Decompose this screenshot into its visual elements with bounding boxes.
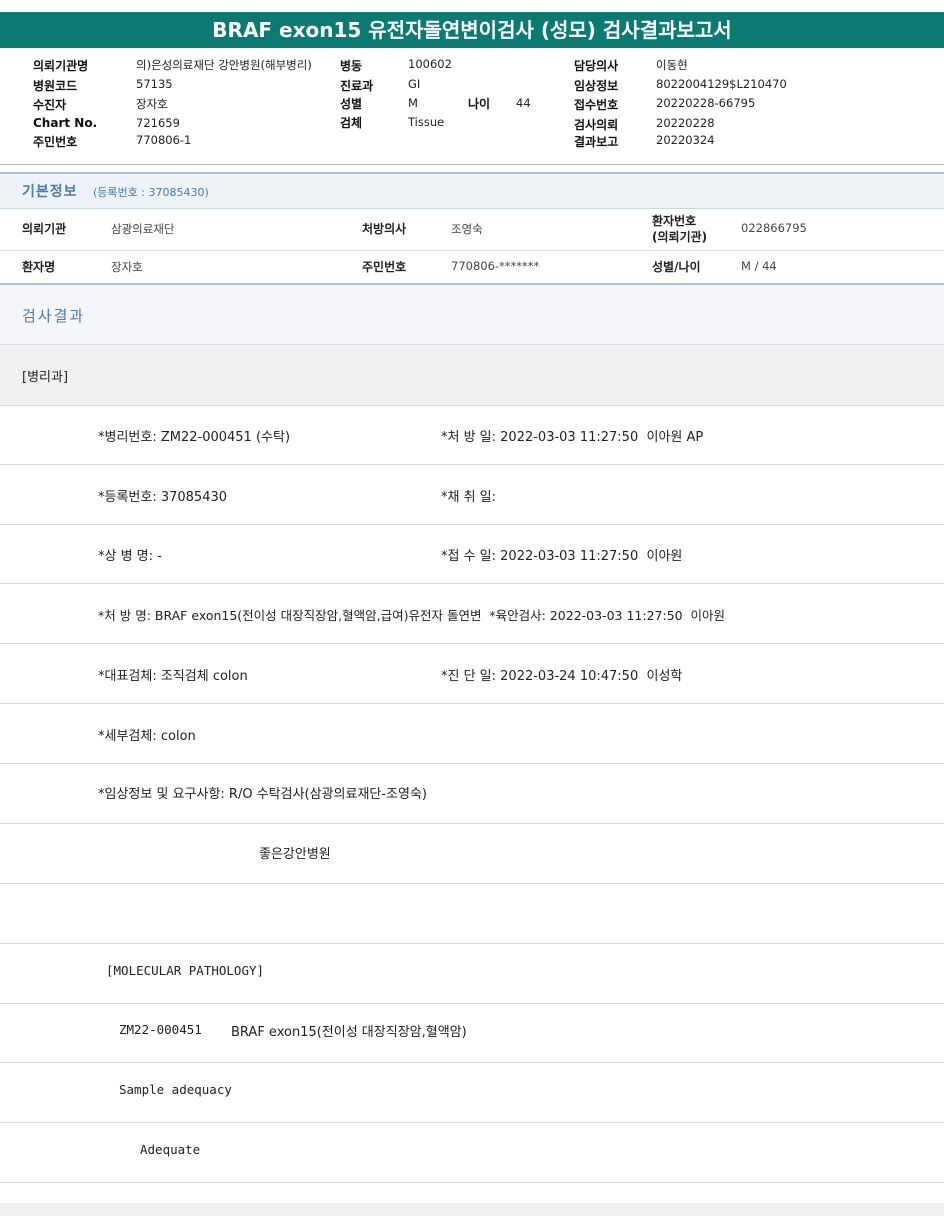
report-header: 의뢰기관명 의)은성의료재단 강안병원(해부병리) 병원코드 57135 수진자… xyxy=(0,50,944,164)
result-row: ZM22-000451 BRAF exon15(전이성 대장직장암,혈액암) xyxy=(0,1003,944,1063)
line-left: *처 방 명: BRAF exon15(전이성 대장직장암,혈액암,급여)유전자… xyxy=(98,608,726,623)
recv-label: 수진자 xyxy=(33,98,67,112)
req-label: 검사의뢰 xyxy=(574,118,619,132)
dept-row: [병리과] xyxy=(0,344,944,406)
line-left: *상 병 명: - xyxy=(98,549,162,564)
sex-value: M xyxy=(408,96,418,110)
bi-rrn-value: 770806-******* xyxy=(451,259,540,273)
clinic-value: 8022004129$L210470 xyxy=(656,77,787,91)
line-right: *채 취 일: xyxy=(441,490,497,505)
chart-label: Chart No. xyxy=(33,116,98,130)
line-left: *임상정보 및 요구사항: R/O 수탁검사(삼광의료재단-조영숙) xyxy=(98,787,428,802)
rrn-value: 770806-1 xyxy=(136,133,192,147)
recv-value: 장자호 xyxy=(136,97,168,111)
rrn-label: 주민번호 xyxy=(33,135,78,149)
page-footer xyxy=(0,1203,944,1216)
results-title: 검사결과 xyxy=(22,307,86,325)
line-right: *처 방 일: 2022-03-03 11:27:50 이아원 AP xyxy=(441,430,704,445)
line-left: *대표검체: 조직검체 colon xyxy=(98,669,248,684)
mol-no: ZM22-000451 xyxy=(119,1022,202,1037)
code-value: 57135 xyxy=(136,77,173,91)
result-row: Sample adequacy xyxy=(0,1063,944,1123)
mol-title: [MOLECULAR PATHOLOGY] xyxy=(106,963,265,978)
basic-info-title: 기본정보 xyxy=(22,184,78,200)
ward-value: 100602 xyxy=(408,57,452,71)
report-title: BRAF exon15 유전자돌연변이검사 (성모) 검사결과보고서 xyxy=(0,12,944,48)
line-left: *세부검체: colon xyxy=(98,729,196,744)
result-row: *대표검체: 조직검체 colon *진 단 일: 2022-03-24 10:… xyxy=(0,644,944,704)
dept-label-text: [병리과] xyxy=(22,370,69,385)
inst-label: 의뢰기관명 xyxy=(33,59,89,73)
bi-sexage-label: 성별/나이 xyxy=(652,260,701,274)
result-row: *상 병 명: - *접 수 일: 2022-03-03 11:27:50 이아… xyxy=(0,524,944,584)
report-label: 결과보고 xyxy=(574,135,619,149)
result-row: Adequate xyxy=(0,1123,944,1183)
sex-label: 성별 xyxy=(340,97,363,111)
mol-test: BRAF exon15(전이성 대장직장암,혈액암) xyxy=(231,1025,467,1040)
req-value: 20220228 xyxy=(656,116,715,130)
inst-value: 의)은성의료재단 강안병원(해부병리) xyxy=(136,58,312,72)
line-right: *진 단 일: 2022-03-24 10:47:50 이성학 xyxy=(441,669,683,684)
bi-pno-label-1: 환자번호 xyxy=(652,214,697,228)
line-right: *접 수 일: 2022-03-03 11:27:50 이아원 xyxy=(441,549,683,564)
result-row: *처 방 명: BRAF exon15(전이성 대장직장암,혈액암,급여)유전자… xyxy=(0,584,944,644)
result-row: *병리번호: ZM22-000451 (수탁) *처 방 일: 2022-03-… xyxy=(0,405,944,465)
clinic-label: 임상정보 xyxy=(574,79,619,93)
receipt-label: 접수번호 xyxy=(574,98,619,112)
bi-inst-label: 의뢰기관 xyxy=(22,222,67,236)
hospital-name: 좋은강안병원 xyxy=(259,847,331,862)
basic-row-1: 의뢰기관 삼광의료재단 처방의사 조영숙 환자번호 (의뢰기관) 0228667… xyxy=(0,208,944,251)
header-divider xyxy=(0,164,944,165)
bi-pno-label-2: (의뢰기관) xyxy=(652,230,708,244)
blank-row xyxy=(0,884,944,944)
doctor-label: 담당의사 xyxy=(574,59,619,73)
ward-label: 병동 xyxy=(340,59,363,73)
adequacy-label: Sample adequacy xyxy=(119,1082,232,1097)
bi-sexage-value: M / 44 xyxy=(741,259,777,273)
spec-value: Tissue xyxy=(408,115,445,129)
spec-label: 검체 xyxy=(340,116,363,130)
line-left: *등록번호: 37085430 xyxy=(98,490,228,505)
result-row: [MOLECULAR PATHOLOGY] xyxy=(0,944,944,1004)
result-row: 좋은강안병원 xyxy=(0,824,944,884)
doctor-value: 이동현 xyxy=(656,58,688,72)
bi-doc-label: 처방의사 xyxy=(362,222,407,236)
line-left: *병리번호: ZM22-000451 (수탁) xyxy=(98,430,291,445)
adequacy-value: Adequate xyxy=(140,1142,201,1157)
receipt-value: 20220228-66795 xyxy=(656,96,756,110)
bi-name-label: 환자명 xyxy=(22,260,56,274)
result-row: *임상정보 및 요구사항: R/O 수탁검사(삼광의료재단-조영숙) xyxy=(0,764,944,824)
results-bar: 검사결과 xyxy=(0,283,944,345)
basic-info-reg: (등록번호 : 37085430) xyxy=(93,186,209,199)
result-row: *세부검체: colon xyxy=(0,704,944,764)
report-value: 20220324 xyxy=(656,133,715,147)
age-value: 44 xyxy=(516,96,531,110)
code-label: 병원코드 xyxy=(33,79,78,93)
bi-inst-value: 삼광의료재단 xyxy=(111,222,175,236)
basic-info-bar: 기본정보 (등록번호 : 37085430) xyxy=(0,172,944,209)
result-row: *등록번호: 37085430 *채 취 일: xyxy=(0,465,944,525)
basic-row-2: 환자명 장자호 주민번호 770806-******* 성별/나이 M / 44 xyxy=(0,251,944,282)
bi-name-value: 장자호 xyxy=(111,260,143,274)
bi-pno-value: 022866795 xyxy=(741,221,807,235)
dept-value: GI xyxy=(408,77,421,91)
dept-label: 진료과 xyxy=(340,79,374,93)
age-label: 나이 xyxy=(468,97,491,111)
chart-value: 721659 xyxy=(136,116,180,130)
bi-doc-value: 조영숙 xyxy=(451,222,483,236)
bi-rrn-label: 주민번호 xyxy=(362,260,407,274)
